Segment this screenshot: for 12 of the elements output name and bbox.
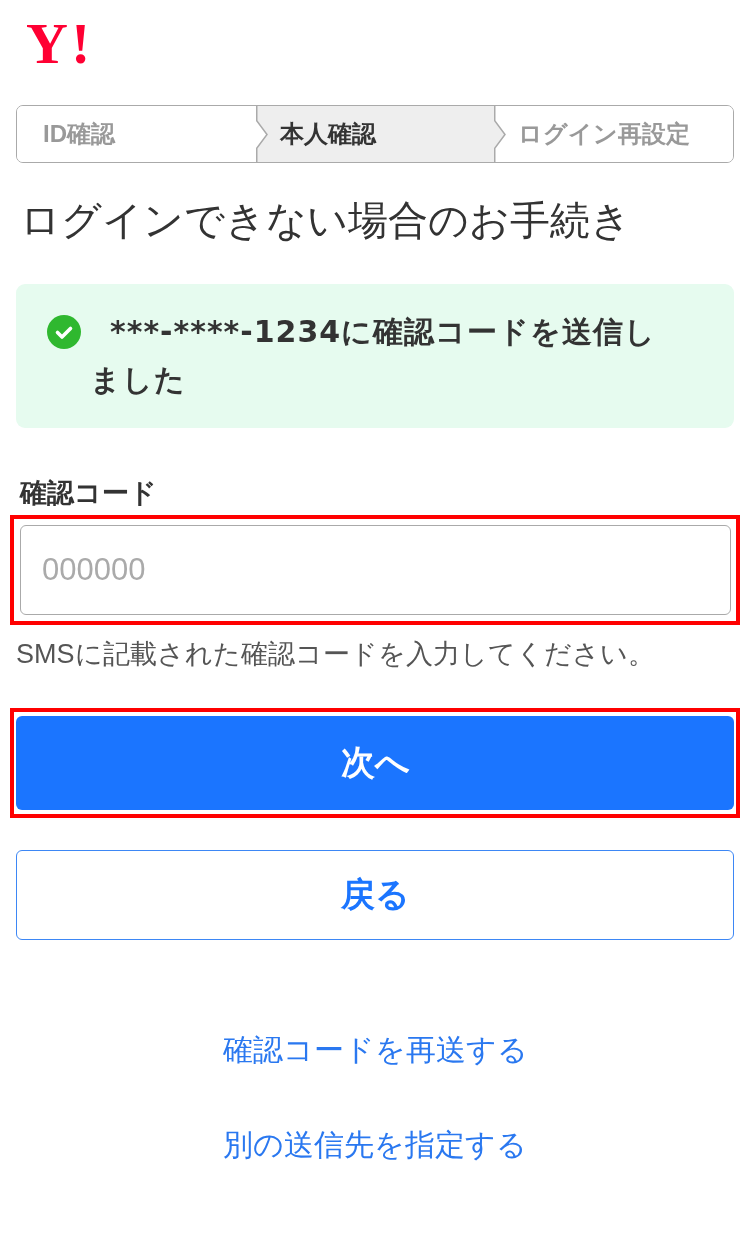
outline-button[interactable]: 戻る xyxy=(16,850,734,940)
help-text: SMSに記載された確認コードを入力してください。 xyxy=(16,638,655,671)
logo: Y! xyxy=(26,12,94,76)
text-link[interactable]: 確認コードを再送する xyxy=(222,1030,528,1070)
page-title: ログインできない場合のお手続き xyxy=(19,197,631,244)
progress-step: ログイン再設定 xyxy=(494,106,733,162)
text-link[interactable]: 別の送信先を指定する xyxy=(223,1125,527,1165)
primary-button[interactable]: 次へ xyxy=(16,716,734,810)
notice-message: ***-****-1234に確認コードを送信しました xyxy=(90,313,658,399)
check-icon xyxy=(47,315,81,349)
code-input-field[interactable]: 000000 xyxy=(20,525,731,615)
field-label: 確認コード xyxy=(20,477,157,510)
